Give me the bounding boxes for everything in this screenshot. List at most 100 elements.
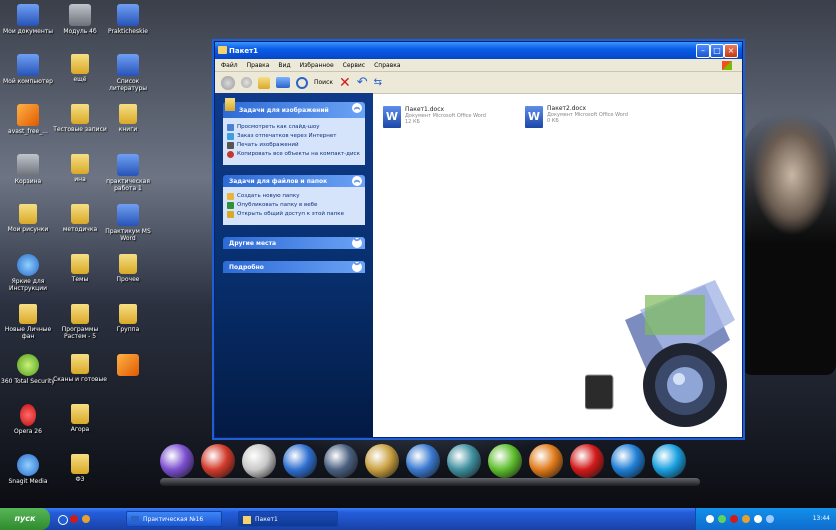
desktop-icon[interactable]: Агора [52, 404, 108, 433]
task-label: Создать новую папку [237, 193, 300, 199]
menu-favorites[interactable]: Избранное [300, 62, 334, 69]
desktop-icon[interactable]: Snagit Media [0, 454, 56, 485]
maximize-button[interactable]: □ [710, 44, 724, 58]
task-group-details: Подробно ︾ [223, 261, 365, 273]
folder-icon [71, 404, 89, 424]
file-type: Документ Microsoft Office Word [547, 112, 628, 118]
desktop-icon[interactable]: Prakticheskie [100, 4, 156, 35]
forward-button[interactable] [241, 77, 252, 88]
desktop-icon[interactable]: книги [100, 104, 156, 133]
search-icon[interactable] [296, 76, 308, 89]
desktop-icon[interactable]: Мои документы [0, 4, 56, 35]
desktop-icon[interactable]: Яркие для Инструкции [0, 254, 56, 292]
task-label: Заказ отпечатков через Интернет [237, 133, 337, 139]
desktop-icon[interactable]: 360 Total Security [0, 354, 56, 385]
skype-icon[interactable] [652, 444, 686, 478]
collapse-icon[interactable]: ︽ [352, 103, 362, 113]
desktop-icon[interactable]: ФЗ [52, 454, 108, 483]
back-button[interactable] [221, 75, 235, 90]
desktop-icon[interactable]: avast_free_... [0, 104, 56, 135]
task-item-new-folder[interactable]: Создать новую папку [227, 193, 361, 200]
wallpaper-person [742, 115, 836, 375]
tray-icon[interactable] [742, 515, 750, 523]
desktop-icon-label: Яркие для Инструкции [8, 278, 48, 292]
task-item-slideshow[interactable]: Просмотреть как слайд-шоу [227, 124, 361, 131]
minimize-button[interactable]: – [696, 44, 710, 58]
icq-icon[interactable] [488, 444, 522, 478]
desktop-icon[interactable]: Корзина [0, 154, 56, 185]
moon-icon[interactable] [365, 444, 399, 478]
task-group-title: Подробно [229, 263, 264, 271]
bag-icon[interactable] [447, 444, 481, 478]
tray-icon[interactable] [718, 515, 726, 523]
desktop-icon[interactable]: Новые Личные фан [0, 304, 56, 340]
task-group-title: Задачи для файлов и папок [229, 177, 328, 185]
collapse-icon[interactable]: ︽ [352, 176, 362, 186]
ie-icon[interactable] [611, 444, 645, 478]
bars-icon[interactable] [324, 444, 358, 478]
desktop-icon[interactable]: Список литературы [100, 54, 156, 92]
globe-icon[interactable] [406, 444, 440, 478]
volume-icon[interactable] [754, 515, 762, 523]
task-group-header[interactable]: Другие места ︾ [223, 237, 365, 249]
desktop-icon[interactable]: Практикум MS Word [100, 204, 156, 242]
desktop-icon[interactable]: Прочее [100, 254, 156, 283]
task-item-copy-cd[interactable]: Копировать все объекты на компакт-диск [227, 151, 361, 158]
desktop-icon[interactable]: Мой компьютер [0, 54, 56, 85]
folder-up-button[interactable] [258, 76, 270, 89]
task-item-order-prints[interactable]: Заказ отпечатков через Интернет [227, 133, 361, 140]
task-group-header[interactable]: Задачи для изображений ︽ [223, 98, 365, 118]
folder-icon [119, 304, 137, 324]
quicklaunch-firefox-icon[interactable] [82, 515, 90, 523]
desktop-icon[interactable]: Группа [100, 304, 156, 333]
dock-shelf [160, 478, 700, 486]
tray-icon[interactable] [730, 515, 738, 523]
disc-icon[interactable] [242, 444, 276, 478]
file-item[interactable]: W Пакет2.docx Документ Microsoft Office … [525, 106, 628, 128]
menu-tools[interactable]: Сервис [343, 62, 365, 69]
menu-help[interactable]: Справка [374, 62, 400, 69]
taskbar-button-folder[interactable]: Пакет1 [238, 511, 338, 527]
firefox-icon[interactable] [529, 444, 563, 478]
task-item-share[interactable]: Открыть общий доступ к этой папке [227, 211, 361, 218]
columns-icon[interactable] [283, 444, 317, 478]
desktop-icon[interactable]: практическая работа 1 [100, 154, 156, 192]
tray-icon[interactable] [706, 515, 714, 523]
task-group-header[interactable]: Подробно ︾ [223, 261, 365, 273]
expand-icon[interactable]: ︾ [352, 262, 362, 272]
desktop-icon[interactable] [100, 354, 156, 378]
task-item-publish[interactable]: Опубликовать папку в вебе [227, 202, 361, 209]
app-icon [117, 204, 139, 226]
properties-icon[interactable]: ⇆ [374, 77, 382, 88]
desktop-icon[interactable]: Opera 26 [0, 404, 56, 435]
search-button-label[interactable]: Поиск [314, 79, 333, 86]
task-group-body: Создать новую папку Опубликовать папку в… [223, 187, 365, 225]
taskbar-button-document[interactable]: Практическая №16 [126, 511, 222, 527]
opera-icon[interactable] [570, 444, 604, 478]
delete-icon[interactable]: ✕ [339, 76, 351, 90]
file-item[interactable]: W Пакет1.docx Документ Microsoft Office … [383, 106, 486, 128]
ghost-icon[interactable] [160, 444, 194, 478]
quicklaunch-opera-icon[interactable] [70, 515, 78, 523]
task-item-print[interactable]: Печать изображений [227, 142, 361, 149]
title-bar[interactable]: Пакет1 – □ × [215, 42, 742, 59]
menu-edit[interactable]: Правка [247, 62, 270, 69]
network-icon[interactable] [766, 515, 774, 523]
mario-icon[interactable] [201, 444, 235, 478]
new-folder-icon [227, 193, 234, 200]
quicklaunch-ie-icon[interactable] [58, 515, 68, 525]
task-group-header[interactable]: Задачи для файлов и папок ︽ [223, 175, 365, 187]
share-folder-icon [227, 211, 234, 218]
window-title: Пакет1 [229, 46, 259, 55]
undo-icon[interactable]: ↶ [357, 75, 368, 90]
views-button[interactable] [276, 77, 290, 88]
menu-view[interactable]: Вид [278, 62, 290, 69]
start-button[interactable]: пуск [0, 508, 50, 530]
menu-file[interactable]: Файл [221, 62, 238, 69]
word-document-icon: W [383, 106, 401, 128]
expand-icon[interactable]: ︾ [352, 238, 362, 248]
desktop-icon[interactable]: Мои рисунки [0, 204, 56, 233]
task-label: Просмотреть как слайд-шоу [237, 124, 320, 130]
folder-icon [218, 46, 227, 54]
close-button[interactable]: × [724, 44, 738, 58]
